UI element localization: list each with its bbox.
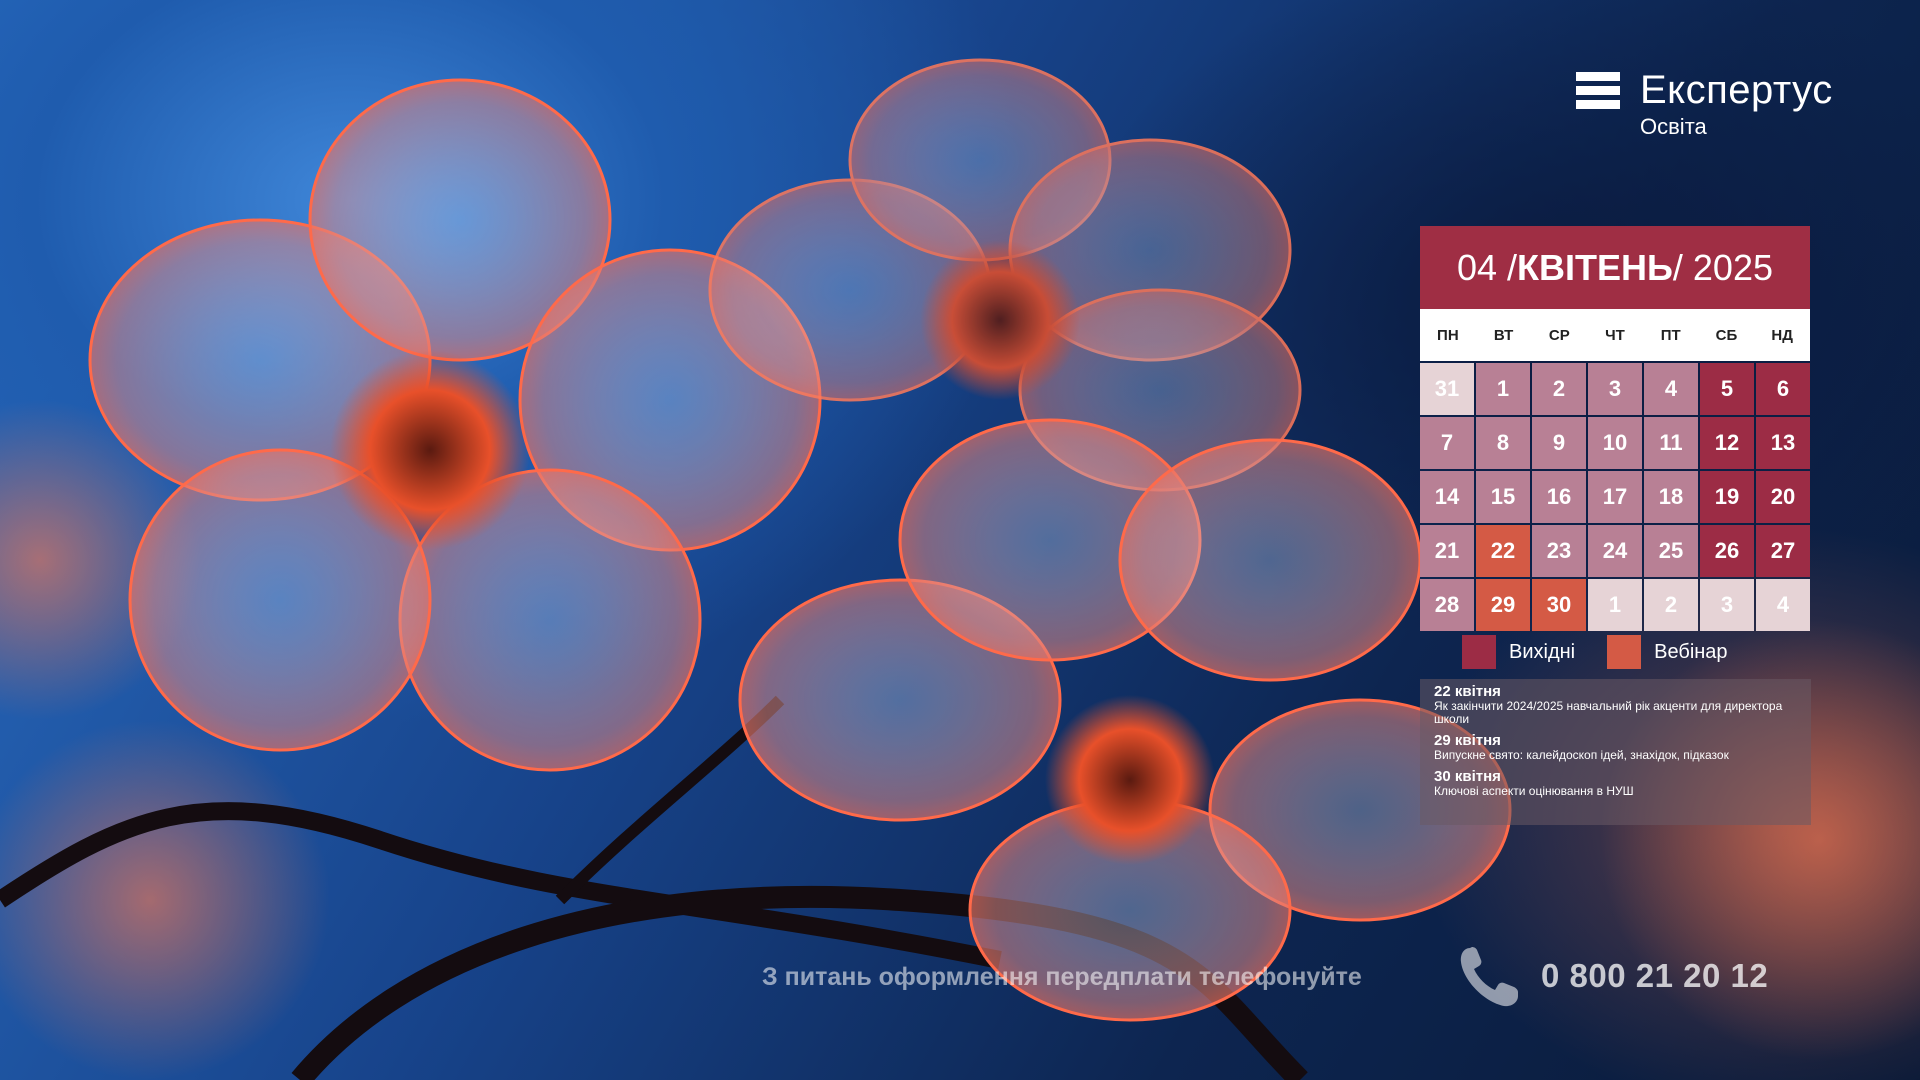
weekend-swatch (1462, 635, 1496, 669)
event-date: 22 квітня (1434, 683, 1501, 700)
day-cell: 25 (1644, 525, 1698, 577)
day-cell: 23 (1532, 525, 1586, 577)
brand-logo: Експертус Освіта (1576, 70, 1833, 140)
day-cell: 4 (1644, 363, 1698, 415)
day-cell: 8 (1476, 417, 1530, 469)
day-cell: 6 (1756, 363, 1810, 415)
day-cell: 10 (1588, 417, 1642, 469)
event-title: Як закінчити 2024/2025 навчальний рік ак… (1434, 699, 1783, 726)
weekday-label: ПН (1437, 326, 1459, 344)
phone-number[interactable]: 0 800 21 20 12 (1541, 957, 1768, 995)
month-name: КВІТЕНЬ (1517, 246, 1673, 288)
day-cell: 24 (1588, 525, 1642, 577)
day-cell: 15 (1476, 471, 1530, 523)
weekday-label: ПТ (1660, 326, 1681, 344)
event-date: 30 квітня (1434, 768, 1501, 785)
day-cell: 4 (1756, 579, 1810, 631)
legend-weekend-label: Вихідні (1509, 640, 1576, 663)
day-cell: 13 (1756, 417, 1810, 469)
brand-subtitle: Освіта (1640, 114, 1707, 139)
day-cell: 21 (1420, 525, 1474, 577)
event-item: 29 квітня Випускне свято: калейдоскоп ід… (1434, 732, 1797, 762)
legend-webinar-label: Вебінар (1654, 640, 1728, 663)
event-title: Ключові аспекти оцінювання в НУШ (1434, 784, 1634, 798)
day-cell: 27 (1756, 525, 1810, 577)
day-cell: 2 (1644, 579, 1698, 631)
event-date: 29 квітня (1434, 732, 1501, 749)
calendar-legend: Вихідні Вебінар (1462, 635, 1728, 669)
legend-weekend: Вихідні (1462, 635, 1575, 669)
day-cell: 14 (1420, 471, 1474, 523)
day-cell: 17 (1588, 471, 1642, 523)
day-cell: 22 (1476, 525, 1530, 577)
day-cell: 28 (1420, 579, 1474, 631)
webinar-events: 22 квітня Як закінчити 2024/2025 навчаль… (1420, 679, 1811, 825)
weekday-label: ВТ (1493, 326, 1514, 344)
day-cell: 19 (1700, 471, 1754, 523)
day-cell: 1 (1476, 363, 1530, 415)
day-cell: 30 (1532, 579, 1586, 631)
day-cell: 3 (1588, 363, 1642, 415)
day-cell: 18 (1644, 471, 1698, 523)
event-title: Випускне свято: калейдоскоп ідей, знахід… (1434, 748, 1729, 762)
day-cell: 7 (1420, 417, 1474, 469)
event-item: 30 квітня Ключові аспекти оцінювання в Н… (1434, 768, 1797, 798)
day-cell: 26 (1700, 525, 1754, 577)
day-cell: 5 (1700, 363, 1754, 415)
event-item: 22 квітня Як закінчити 2024/2025 навчаль… (1434, 683, 1797, 726)
weekday-label: НД (1771, 326, 1793, 344)
day-cell: 9 (1532, 417, 1586, 469)
weekday-label: ЧТ (1605, 326, 1625, 344)
day-cell: 16 (1532, 471, 1586, 523)
legend-webinar: Вебінар (1607, 635, 1728, 669)
webinar-swatch (1607, 635, 1642, 669)
day-cell: 29 (1476, 579, 1530, 631)
day-grid: 31 1 2 3 4 5 6 7 8 9 10 11 12 13 14 15 16 17 18 19 20 21 22 23 2… (1420, 361, 1810, 631)
weekday-row: ПН ВТ СР ЧТ ПТ СБ НД (1420, 309, 1810, 361)
day-cell: 20 (1756, 471, 1810, 523)
month-calendar: 04 / КВІТЕНЬ / 2025 ПН ВТ СР ЧТ ПТ СБ НД… (1420, 226, 1810, 631)
day-cell: 1 (1588, 579, 1642, 631)
day-cell: 11 (1644, 417, 1698, 469)
brand-name: Експертус (1640, 68, 1833, 112)
logo-mark-icon (1576, 72, 1620, 109)
weekday-label: СБ (1715, 326, 1738, 344)
weekday-label: СР (1548, 326, 1570, 344)
day-cell: 31 (1420, 363, 1474, 415)
year: / 2025 (1672, 246, 1773, 288)
month-number: 04 / (1457, 246, 1518, 288)
subscription-text: З питань оформлення передплати телефонуй… (762, 963, 1362, 991)
day-cell: 3 (1700, 579, 1754, 631)
phone-icon (1460, 947, 1518, 1007)
calendar-header: 04 / КВІТЕНЬ / 2025 (1420, 226, 1810, 309)
day-cell: 2 (1532, 363, 1586, 415)
day-cell: 12 (1700, 417, 1754, 469)
